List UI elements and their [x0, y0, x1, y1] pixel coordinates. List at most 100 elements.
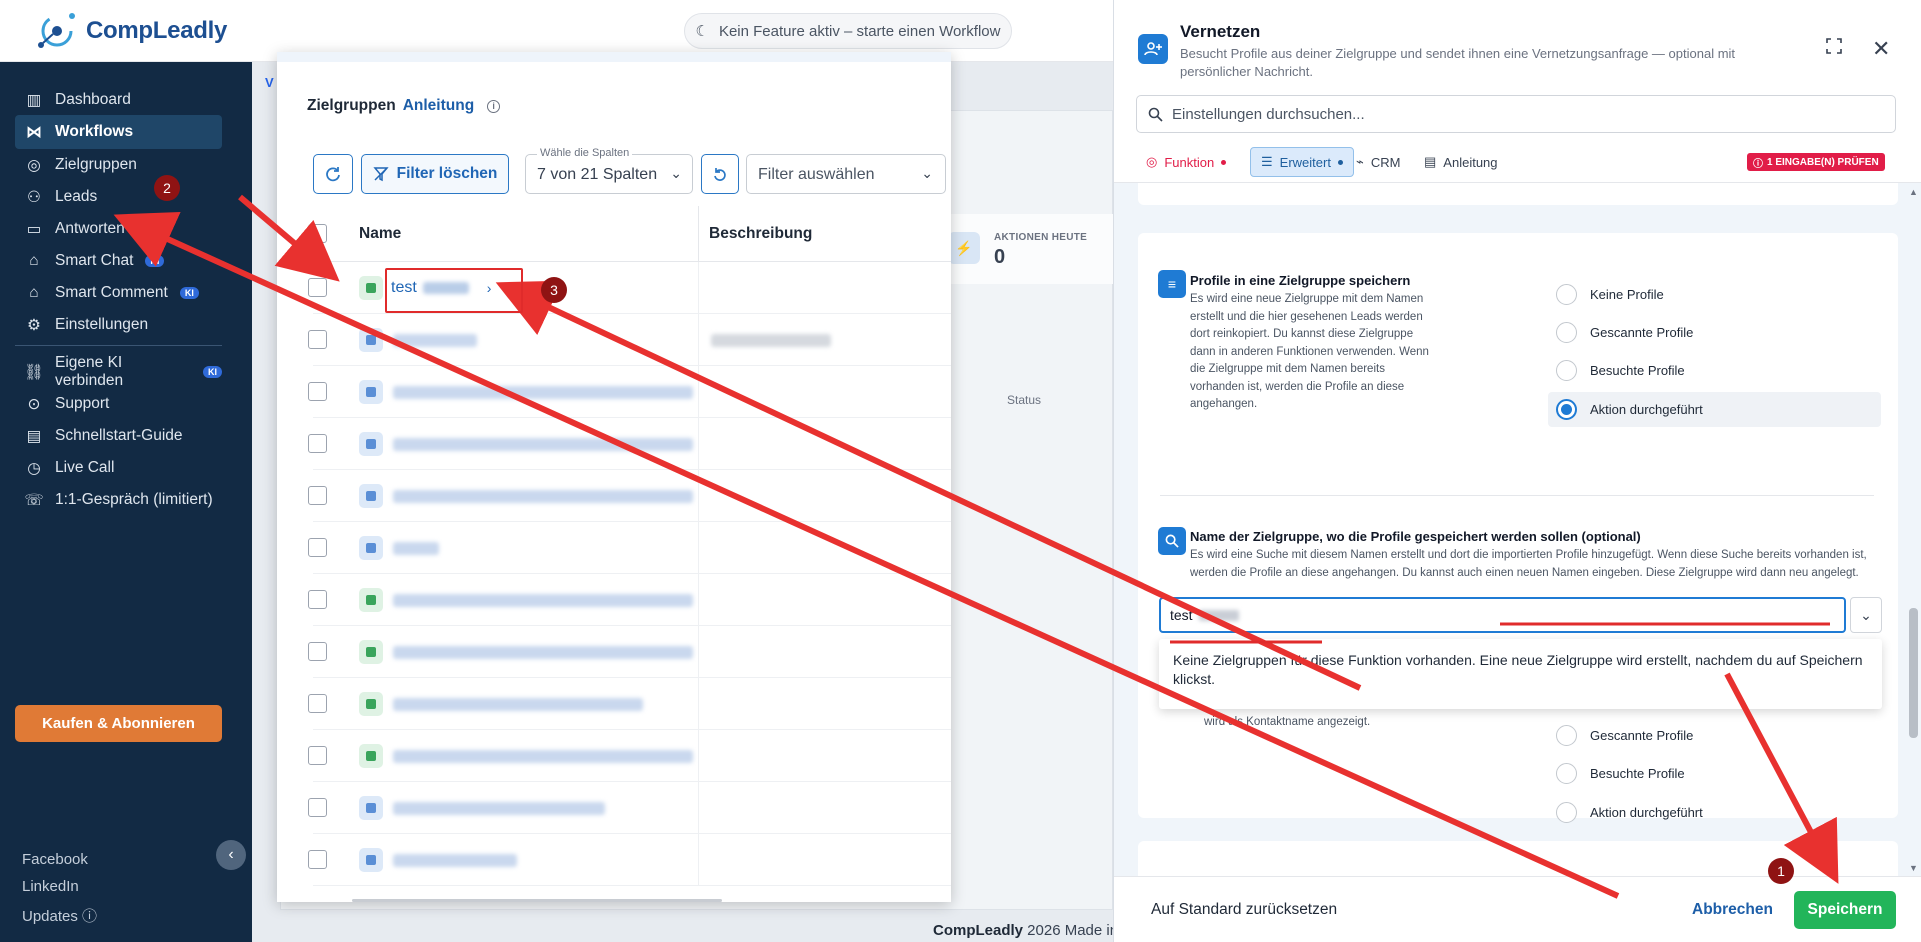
- radio-option-gescannte-profile[interactable]: Gescannte Profile: [1548, 718, 1881, 753]
- redacted-name[interactable]: [393, 490, 693, 503]
- feature-status-pill[interactable]: ☾ Kein Feature aktiv – starte einen Work…: [684, 13, 1012, 49]
- clear-filter-button[interactable]: Filter löschen: [361, 154, 509, 194]
- row-checkbox[interactable]: [308, 382, 327, 401]
- sidebar-item-antworten[interactable]: ▭ Antworten: [15, 212, 222, 246]
- tab-crm[interactable]: ⌁ CRM: [1346, 147, 1410, 177]
- radio-option-gescannte-profile[interactable]: Gescannte Profile: [1548, 315, 1881, 350]
- scroll-up-icon[interactable]: ▲: [1909, 187, 1918, 197]
- footer-link-linkedin[interactable]: LinkedIn: [22, 878, 79, 895]
- sidebar-item-leads[interactable]: ⚇ Leads: [15, 180, 222, 214]
- sidebar-item-eigene-ki-verbinden[interactable]: ⛓ Eigene KI verbinden KI: [15, 354, 222, 389]
- settings-search[interactable]: [1136, 95, 1896, 133]
- table-row[interactable]: [308, 782, 951, 834]
- row-checkbox[interactable]: [308, 850, 327, 869]
- redacted-name[interactable]: [393, 334, 477, 347]
- redacted-name[interactable]: [393, 594, 693, 607]
- reset-columns-button[interactable]: [701, 154, 739, 194]
- scroll-down-icon[interactable]: ▼: [1909, 863, 1918, 873]
- redacted-name[interactable]: [393, 646, 693, 659]
- logo-icon: [38, 13, 75, 48]
- sidebar-item-schnellstart-guide[interactable]: ▤ Schnellstart-Guide: [15, 419, 222, 453]
- close-icon[interactable]: ✕: [1872, 36, 1890, 62]
- footer-link-facebook[interactable]: Facebook: [22, 851, 88, 868]
- radio-button[interactable]: [1556, 360, 1577, 381]
- radio-option-aktion-durchgef-hrt[interactable]: Aktion durchgeführt: [1548, 392, 1881, 427]
- radio-button[interactable]: [1556, 284, 1577, 305]
- collapse-sidebar-icon[interactable]: ‹: [216, 840, 246, 870]
- target-group-name-input[interactable]: test: [1159, 597, 1846, 633]
- logo[interactable]: CompLeadly: [34, 10, 227, 52]
- select-all-checkbox[interactable]: [308, 224, 327, 243]
- sidebar-item-dashboard[interactable]: ▥ Dashboard: [15, 83, 222, 117]
- radio-button[interactable]: [1556, 802, 1577, 823]
- row-checkbox[interactable]: [308, 538, 327, 557]
- row-checkbox[interactable]: [308, 798, 327, 817]
- row-checkbox[interactable]: [308, 434, 327, 453]
- ki-badge: KI: [203, 366, 222, 378]
- redacted-name[interactable]: [393, 542, 439, 555]
- radio-button[interactable]: [1556, 763, 1577, 784]
- settings-search-input[interactable]: [1172, 105, 1852, 123]
- redacted-name[interactable]: [393, 438, 693, 451]
- row-checkbox[interactable]: [308, 486, 327, 505]
- radio-button[interactable]: [1556, 399, 1577, 420]
- reset-defaults-button[interactable]: Auf Standard zurücksetzen: [1151, 901, 1337, 919]
- info-icon[interactable]: i: [487, 99, 501, 113]
- row-checkbox[interactable]: [308, 330, 327, 349]
- zielgruppen-guide-link[interactable]: Anleitung: [403, 97, 474, 115]
- column-select[interactable]: Wähle die Spalten 7 von 21 Spalten ⌄: [525, 147, 693, 194]
- row-checkbox[interactable]: [308, 590, 327, 609]
- row-checkbox[interactable]: [308, 694, 327, 713]
- row-checkbox[interactable]: [308, 642, 327, 661]
- horizontal-scrollbar[interactable]: [352, 899, 722, 902]
- table-row[interactable]: [308, 626, 951, 678]
- table-row[interactable]: [308, 366, 951, 418]
- row-checkbox[interactable]: [308, 746, 327, 765]
- table-row[interactable]: [308, 834, 951, 886]
- sidebar-item-1-1-gespr-ch-limitiert[interactable]: ☏ 1:1-Gespräch (limitiert): [15, 483, 222, 517]
- sidebar-item-support[interactable]: ⊙ Support: [15, 387, 222, 421]
- redacted-name[interactable]: [393, 698, 643, 711]
- buy-subscribe-button[interactable]: Kaufen & Abonnieren: [15, 705, 222, 742]
- sidebar-item-einstellungen[interactable]: ⚙ Einstellungen: [15, 308, 222, 342]
- redacted-name[interactable]: [393, 802, 605, 815]
- save-button[interactable]: Speichern: [1794, 891, 1896, 929]
- radio-option-besuchte-profile[interactable]: Besuchte Profile: [1548, 756, 1881, 791]
- refresh-button[interactable]: [313, 154, 353, 194]
- table-row[interactable]: [308, 574, 951, 626]
- sidebar-item-live-call[interactable]: ◷ Live Call: [15, 451, 222, 485]
- footer-link-updates[interactable]: Updates ⓘ: [22, 905, 97, 926]
- sidebar-item-workflows[interactable]: ⋈ Workflows: [15, 115, 222, 149]
- radio-button[interactable]: [1556, 322, 1577, 343]
- radio-option-keine-profile[interactable]: Keine Profile: [1548, 277, 1881, 312]
- radio-option-besuchte-profile[interactable]: Besuchte Profile: [1548, 353, 1881, 388]
- cancel-button[interactable]: Abbrechen: [1692, 901, 1773, 919]
- table-row[interactable]: [308, 522, 951, 574]
- filter-select[interactable]: Filter auswählen ⌄: [746, 154, 946, 194]
- vertical-scrollbar[interactable]: ▲ ▼: [1906, 183, 1920, 876]
- table-row[interactable]: [308, 730, 951, 782]
- redacted-name[interactable]: [393, 386, 693, 399]
- redacted-name[interactable]: [393, 750, 693, 763]
- column-header-description[interactable]: Beschreibung: [709, 225, 812, 243]
- table-row[interactable]: [308, 418, 951, 470]
- sidebar-item-smart-comment[interactable]: ⌂ Smart Comment KI: [15, 276, 222, 310]
- tab-anleitung[interactable]: ▤ Anleitung: [1414, 147, 1508, 177]
- table-row[interactable]: [308, 470, 951, 522]
- table-row[interactable]: [308, 314, 951, 366]
- sidebar-item-zielgruppen[interactable]: ◎ Zielgruppen: [15, 148, 222, 182]
- radio-option-aktion-durchgef-hrt[interactable]: Aktion durchgeführt: [1548, 795, 1881, 830]
- column-header-name[interactable]: Name: [359, 225, 401, 243]
- table-row[interactable]: [308, 678, 951, 730]
- sidebar-item-smart-chat[interactable]: ⌂ Smart Chat KI: [15, 244, 222, 278]
- radio-button[interactable]: [1556, 725, 1577, 746]
- tab-erweitert[interactable]: ☰ Erweitert: [1250, 147, 1354, 177]
- target-group-dropdown-button[interactable]: ⌄: [1850, 597, 1882, 633]
- validation-error-badge[interactable]: ⓘ 1 EINGABE(N) PRÜFEN: [1747, 153, 1885, 171]
- redacted-description: [711, 334, 831, 347]
- row-checkbox[interactable]: [308, 278, 327, 297]
- expand-icon[interactable]: [1826, 38, 1842, 59]
- tab-funktion[interactable]: ◎ Funktion: [1136, 147, 1236, 177]
- redacted-name[interactable]: [393, 854, 517, 867]
- scrollbar-thumb[interactable]: [1909, 608, 1918, 738]
